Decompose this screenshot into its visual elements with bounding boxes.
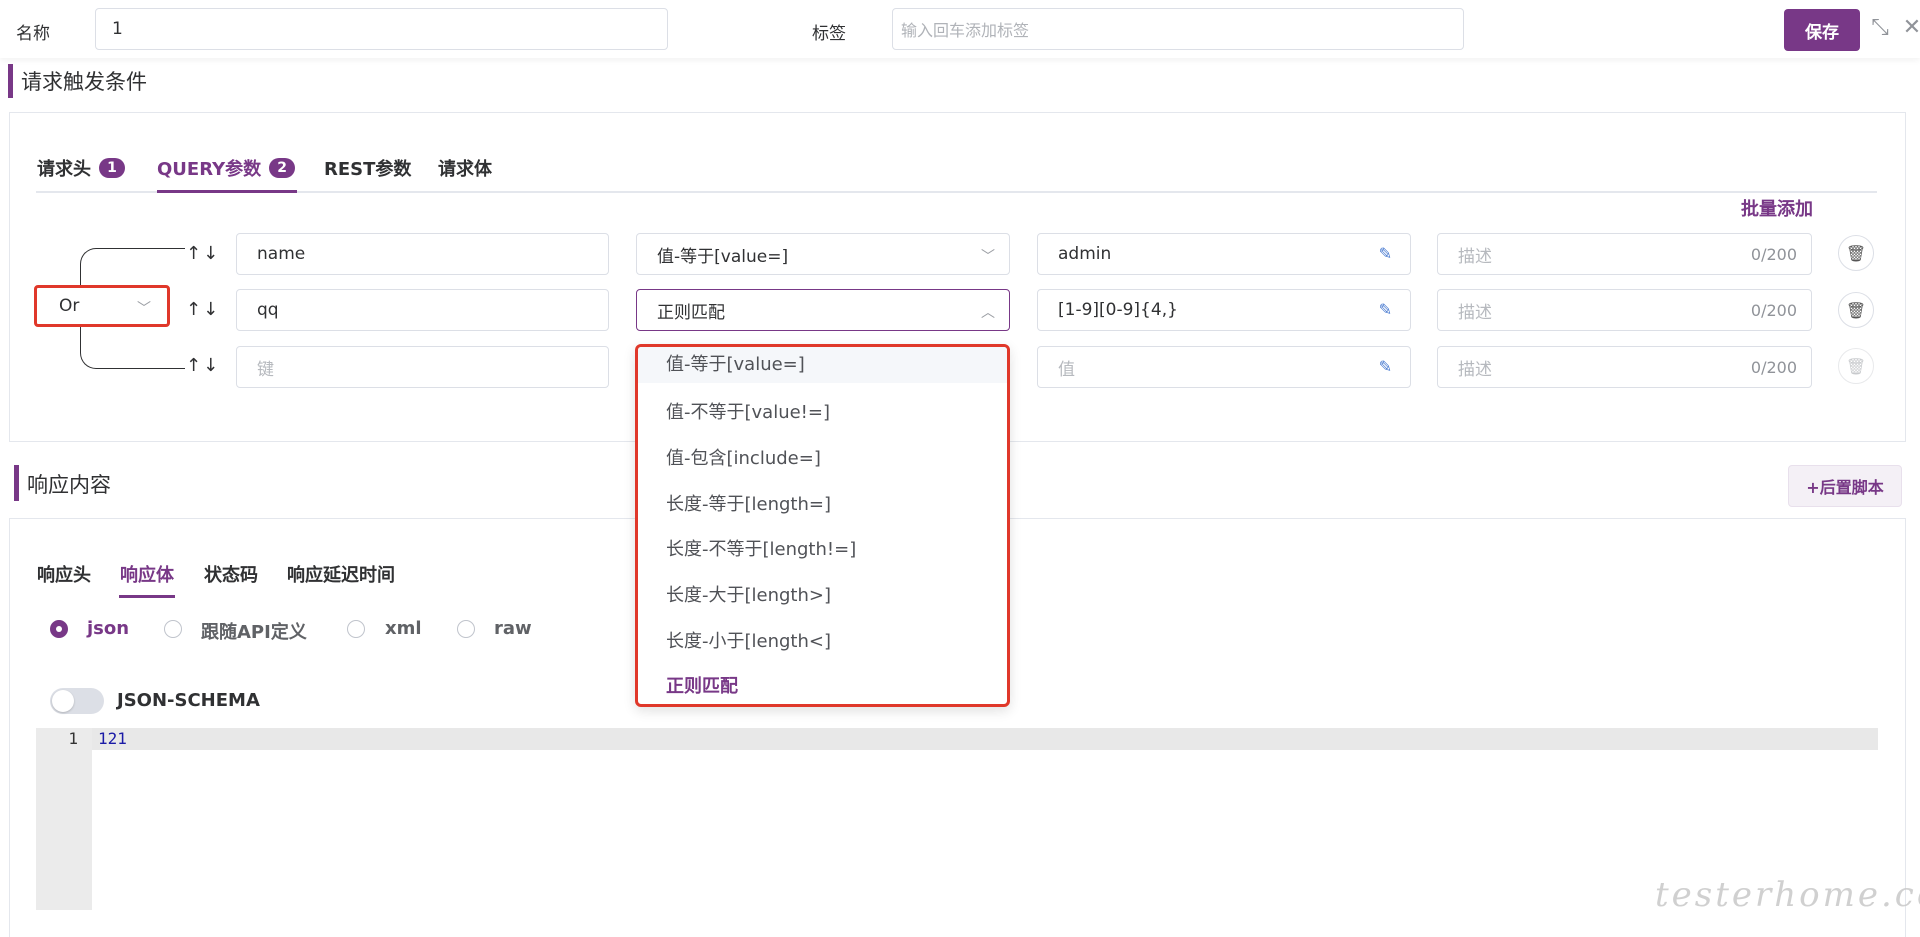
radio-json[interactable] [50,620,68,638]
radio-label: 跟随API定义 [201,622,307,643]
close-icon[interactable]: ✕ [1898,14,1920,42]
count-badge: 2 [269,158,296,178]
value-input[interactable]: admin ✎ [1037,233,1411,275]
trash-icon: 🗑 [1845,356,1867,376]
response-section-title: 响应内容 [27,473,111,497]
dropdown-option[interactable]: 长度-等于[length=] [666,490,831,516]
edit-icon[interactable]: ✎ [1379,300,1392,319]
radio-follow-api[interactable] [164,620,182,638]
line-number: 1 [68,729,78,748]
top-bar: 名称 1 标签 输入回车添加标签 保存 ⤡ ✕ [0,0,1920,58]
json-schema-toggle[interactable] [50,688,104,714]
key-input[interactable]: name [236,233,609,275]
code-editor[interactable]: 1 121 [36,728,1878,910]
reorder-arrows[interactable]: ↑↓ [186,243,220,264]
description-input[interactable]: 描述 0/200 [1437,233,1812,275]
tab-response-delay[interactable]: 响应延迟时间 [287,561,395,587]
radio-label: raw [494,618,532,639]
count-badge: 1 [99,158,125,178]
key-input[interactable]: 键 [236,346,609,388]
radio-xml[interactable] [347,620,365,638]
dropdown-option[interactable]: 值-等于[value=] [638,347,1007,383]
delete-button[interactable]: 🗑 [1838,292,1874,328]
trash-icon: 🗑 [1845,300,1867,320]
dropdown-option[interactable]: 长度-小于[length<] [666,627,831,653]
watermark: testerhome.com [1655,875,1920,915]
chevron-up-icon: ︿ [981,305,995,321]
delete-button: 🗑 [1838,348,1874,384]
dropdown-option[interactable]: 值-包含[include=] [666,444,821,470]
value-input[interactable]: [1-9][0-9]{4,} ✎ [1037,289,1411,331]
tab-response-body[interactable]: 响应体 [120,561,174,587]
reorder-arrows[interactable]: ↑↓ [186,355,220,376]
condition-dropdown: 值-等于[value=] 值-不等于[value!=] 值-包含[include… [635,344,1010,707]
radio-raw[interactable] [457,620,475,638]
description-input[interactable]: 描述 0/200 [1437,289,1812,331]
tab-query-params[interactable]: QUERY参数 2 [157,155,296,181]
edit-icon[interactable]: ✎ [1379,357,1392,376]
char-count: 0/200 [1750,245,1797,264]
save-button[interactable]: 保存 [1784,9,1860,51]
name-label: 名称 [16,24,50,44]
char-count: 0/200 [1750,301,1797,320]
trash-icon: 🗑 [1845,243,1867,263]
logic-bracket-top [80,248,185,285]
active-tab-indicator [157,190,297,193]
radio-label: json [87,618,130,639]
chevron-down-icon: ﹀ [137,301,151,317]
section-accent-bar [14,465,19,501]
dropdown-option[interactable]: 长度-不等于[length!=] [666,535,856,561]
dropdown-option[interactable]: 值-不等于[value!=] [666,398,830,424]
description-input[interactable]: 描述 0/200 [1437,346,1812,388]
value-input[interactable]: 值 ✎ [1037,346,1411,388]
collapse-icon[interactable]: ⤡ [1866,14,1894,42]
tab-response-headers[interactable]: 响应头 [37,561,91,587]
name-input[interactable]: 1 [95,8,668,50]
char-count: 0/200 [1750,358,1797,377]
logic-bracket-bottom [80,327,185,369]
post-script-button[interactable]: +后置脚本 [1788,465,1902,507]
tag-label: 标签 [812,24,846,44]
active-line-highlight [36,728,1878,750]
active-tab-indicator [119,595,175,598]
condition-select[interactable]: 正则匹配 ︿ [636,289,1010,331]
request-section-title: 请求触发条件 [21,70,147,94]
json-schema-label: JSON-SCHEMA [117,690,260,711]
reorder-arrows[interactable]: ↑↓ [186,299,220,320]
section-accent-bar [8,64,13,98]
tab-status-code[interactable]: 状态码 [204,561,258,587]
tab-request-body[interactable]: 请求体 [438,155,492,181]
logic-select[interactable]: Or ﹀ [34,285,170,327]
delete-button[interactable]: 🗑 [1838,235,1874,271]
tab-rest-params[interactable]: REST参数 [324,155,411,181]
editor-gutter [36,728,92,910]
dropdown-option-selected[interactable]: 正则匹配 [666,672,738,698]
tab-request-headers[interactable]: 请求头 1 [37,155,125,181]
batch-add-link[interactable]: 批量添加 [1741,195,1813,221]
code-line[interactable]: 121 [98,728,127,750]
tag-input[interactable]: 输入回车添加标签 [892,8,1464,50]
tabs-divider [36,191,1877,193]
edit-icon[interactable]: ✎ [1379,244,1392,263]
condition-select[interactable]: 值-等于[value=] ﹀ [636,233,1010,275]
key-input[interactable]: qq [236,289,609,331]
radio-label: xml [385,618,422,639]
dropdown-option[interactable]: 长度-大于[length>] [666,581,831,607]
chevron-down-icon: ﹀ [981,249,995,265]
